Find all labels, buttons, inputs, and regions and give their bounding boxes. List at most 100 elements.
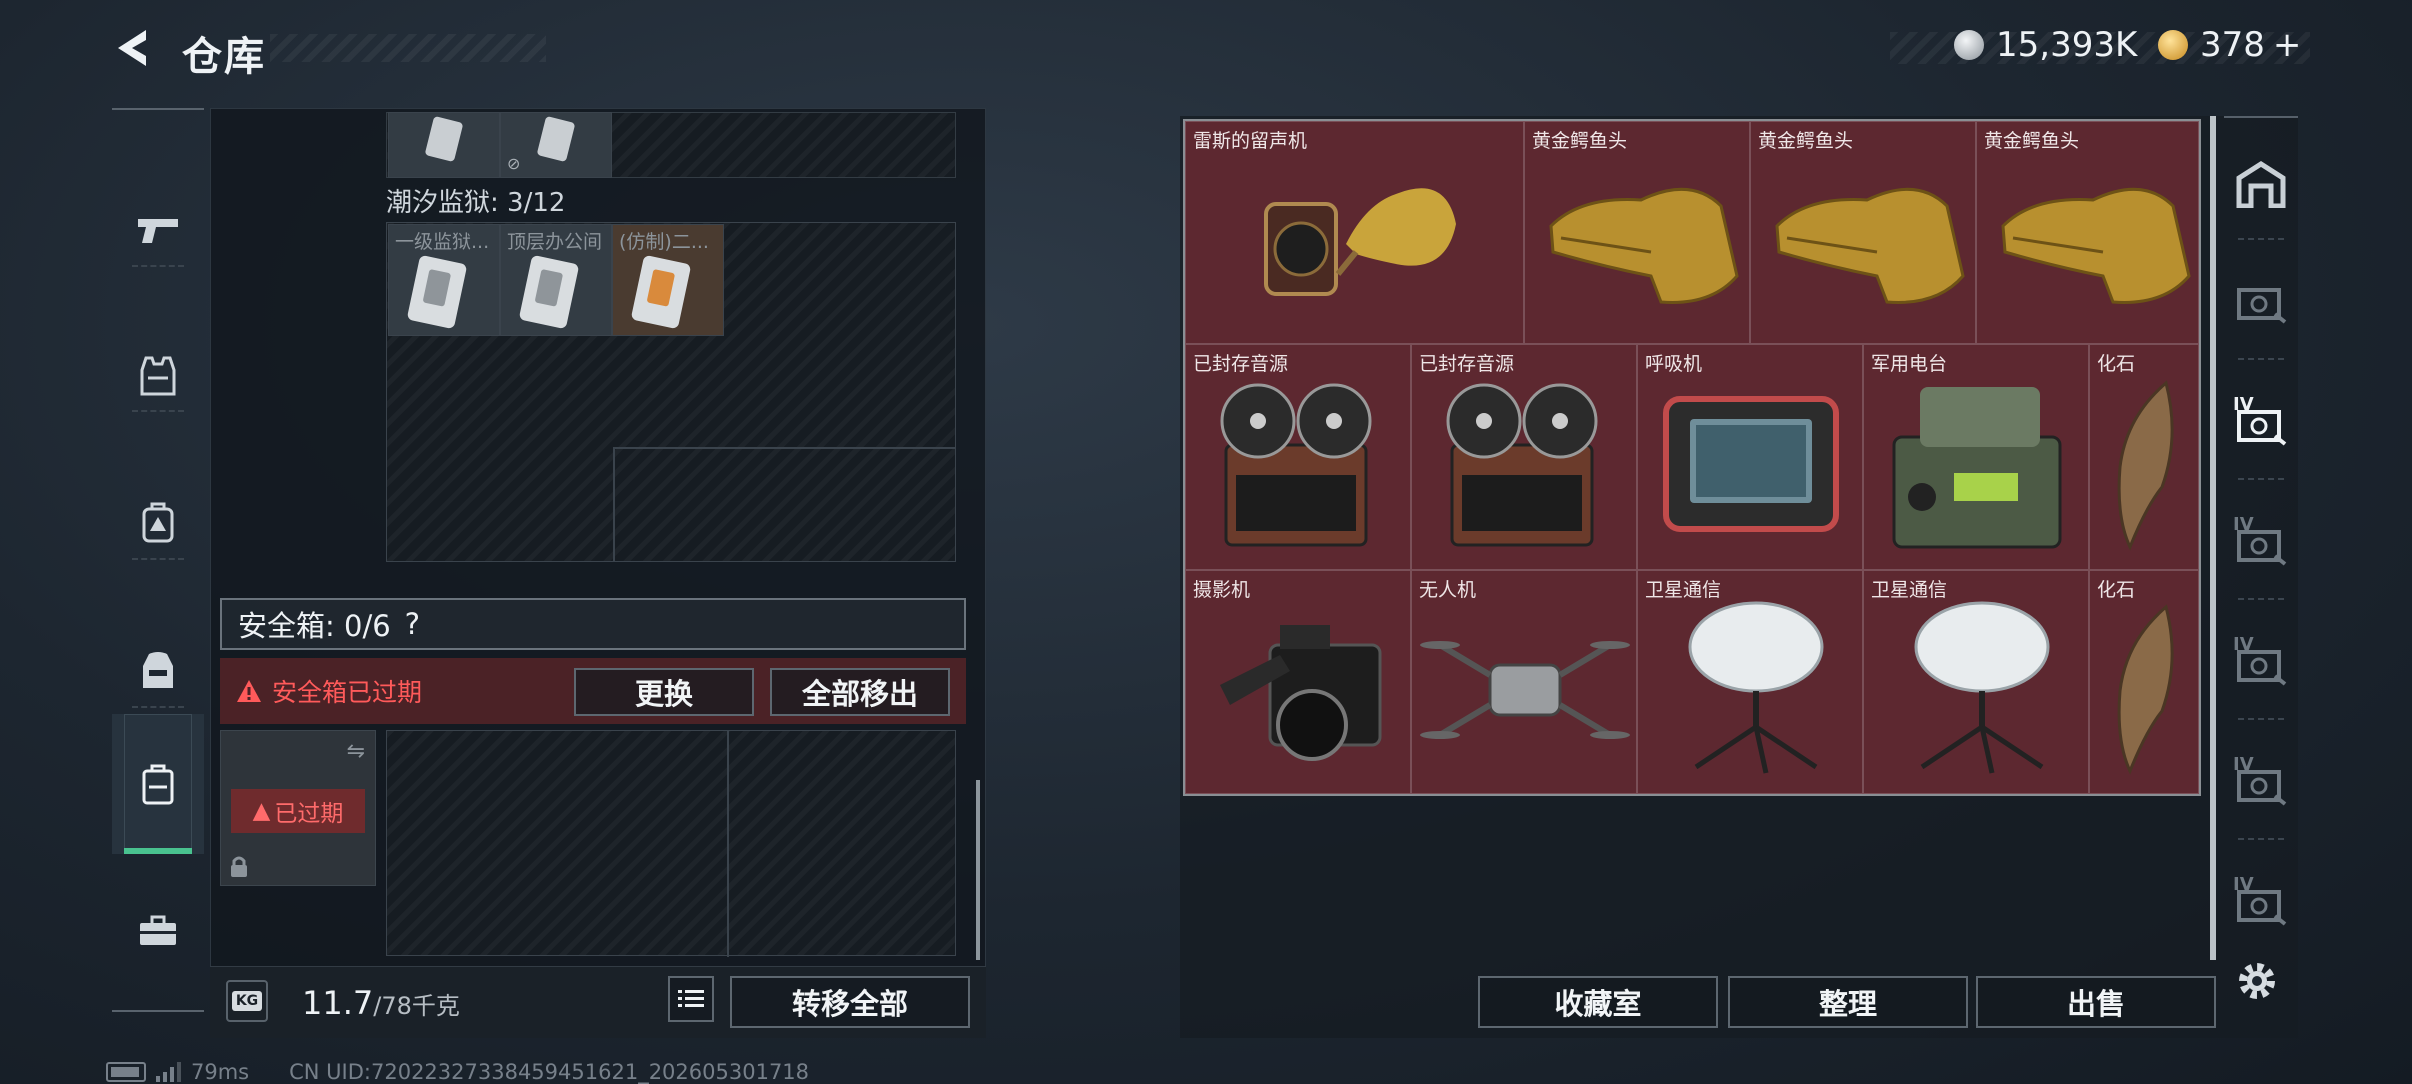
stash-item[interactable]: 黄金鳄鱼头 [1976,121,2199,344]
chest-rig-icon [143,652,173,688]
safe-box-label: 安全箱: 0/6 [238,609,391,643]
transfer-all-button[interactable]: 转移全部 [730,976,970,1028]
lock-icon [231,856,247,877]
silver-amount: 15,393K [1996,25,2138,65]
user-uid: CN UID:72022327338459451621_202605301718 [289,1060,810,1084]
pistol-icon [138,219,178,243]
signal-icon [156,1062,181,1082]
military-radio-icon [1892,387,2062,549]
stash-item[interactable]: 黄金鳄鱼头 [1524,121,1750,344]
stash-item[interactable]: 军用电台 [1863,344,2089,570]
gold-croc-head-icon [1549,187,1739,304]
move-all-out-button[interactable]: 全部移出 [770,668,950,716]
expired-safe-box-slot[interactable]: ⇋ ▲ 已过期 [220,730,376,886]
weight-icon: KG [226,980,268,1022]
fossil-claw-icon [2117,604,2174,775]
keycard-icon [536,115,576,163]
currency-silver: 15,393K [1954,24,2137,66]
sidebar-item-safe-box[interactable] [112,714,204,854]
warehouse-icon [2236,161,2286,208]
collection-room-button[interactable]: 收藏室 [1478,976,1718,1028]
title-decoration [270,34,546,62]
storage-box-icon [2237,288,2287,324]
sidebar-item-armor[interactable] [112,306,204,446]
status-footer: 79ms CN UID:72022327338459451621_2026053… [106,1060,809,1084]
gold-coin-icon [2158,30,2188,60]
weight-readout: 11.7/78千克 [302,984,460,1022]
fossil-claw-icon [2117,380,2174,551]
sidebar-item-weapons[interactable] [112,160,204,300]
ping-readout: 79ms [191,1060,250,1084]
organize-button[interactable]: 整理 [1728,976,1968,1028]
stash-item[interactable]: 已封存音源 [1411,344,1637,570]
reel-recorder-icon [1446,383,1598,547]
expired-warning-text: 安全箱已过期 [272,678,423,707]
expired-tag: ▲ 已过期 [231,789,365,833]
prison-keys-label: 潮汐监狱: 3/12 [386,188,566,218]
keycard-icon [630,254,692,330]
backpack-icon [142,502,174,543]
stash-page-home[interactable] [2224,124,2298,244]
settings-button[interactable] [2234,958,2286,1010]
gramophone-icon [1264,188,1456,296]
stash-page-3[interactable]: IV [2224,482,2298,602]
stash-item[interactable]: 呼吸机 [1637,344,1863,570]
stash-item[interactable]: 雷斯的留声机 [1185,121,1524,344]
container-scrollbar[interactable] [976,780,980,960]
gear-icon [2239,963,2275,999]
stash-item[interactable]: 摄影机 [1185,570,1411,794]
page-title: 仓库 [182,34,266,80]
reel-recorder-icon [1220,383,1372,547]
toolbox-icon [140,915,176,945]
stash-scrollbar[interactable] [2210,116,2216,960]
sidebar-item-backpack[interactable] [112,452,204,592]
keycard-icon [424,115,464,163]
silver-coin-icon [1954,30,1984,60]
warning-icon [237,680,261,702]
category-sidebar [112,108,204,1012]
back-button[interactable] [112,26,154,70]
safe-case-icon [142,764,174,805]
stash-item[interactable]: 化石 [2089,570,2199,794]
satellite-dish-icon [1914,601,2050,774]
add-currency-icon[interactable]: + [2273,25,2302,65]
list-view-button[interactable] [668,976,714,1022]
camera-icon [1220,625,1382,761]
stash-item[interactable]: 化石 [2089,344,2199,570]
weight-max: /78千克 [373,992,460,1020]
safe-box-header: 安全箱: 0/6 ? [220,598,966,650]
storage-box-icon [2237,770,2287,806]
prison-key-slot[interactable]: (仿制)二... [612,224,724,336]
sidebar-item-toolbox[interactable] [112,860,204,1000]
sell-button[interactable]: 出售 [1976,976,2216,1028]
storage-box-icon [2237,890,2287,926]
item-slot[interactable]: ⊘ [500,112,612,178]
stash-item[interactable]: 无人机 [1411,570,1637,794]
currency-gold[interactable]: 378 + [2158,24,2301,66]
help-icon[interactable]: ? [405,607,420,641]
stash-page-5[interactable]: IV [2224,722,2298,842]
gold-croc-head-icon [2001,187,2191,304]
stash-page-6[interactable]: IV [2224,842,2298,962]
keycard-icon [518,254,580,330]
item-slot[interactable] [388,112,500,178]
back-arrow-icon [118,30,146,66]
replace-button[interactable]: 更换 [574,668,754,716]
storage-box-icon [2237,530,2287,566]
prison-key-slot[interactable]: 顶层办公间 [500,224,612,336]
stash-page-1[interactable] [2224,242,2298,362]
stash-page-4[interactable]: IV [2224,602,2298,722]
vest-icon [140,356,176,396]
stash-item[interactable]: 卫星通信 [1637,570,1863,794]
swap-icon[interactable]: ⇋ [347,739,365,764]
stash-page-sidebar: IV IV IV IV IV [2224,116,2298,962]
stash-item[interactable]: 已封存音源 [1185,344,1411,570]
prison-key-slot[interactable]: 一级监狱... [388,224,500,336]
stash-item[interactable]: 卫星通信 [1863,570,2089,794]
drone-icon [1420,641,1630,739]
satellite-dish-icon [1688,601,1824,774]
keycard-icon [406,254,468,330]
stash-page-2[interactable]: IV [2224,362,2298,482]
stash-item[interactable]: 黄金鳄鱼头 [1750,121,1976,344]
safe-box-grid [386,730,956,957]
